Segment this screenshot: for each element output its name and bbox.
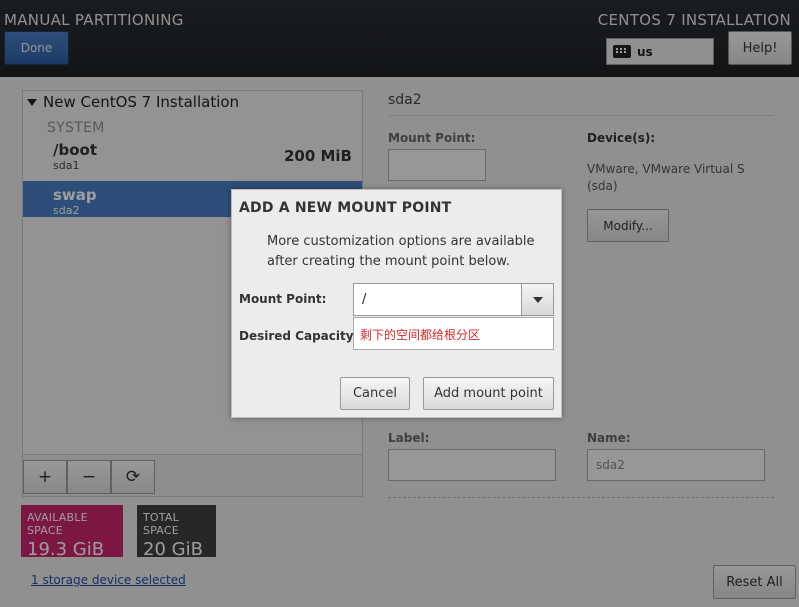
dialog-description: More customization options are available… <box>267 234 535 269</box>
add-mount-point-dialog: ADD A NEW MOUNT POINT More customization… <box>231 189 562 418</box>
mount-point-value: / <box>362 292 367 307</box>
desired-capacity-label: Desired Capacity: <box>239 329 359 343</box>
chevron-down-icon <box>532 296 543 303</box>
desired-capacity-input[interactable]: 剩下的空间都给根分区 <box>353 317 554 350</box>
dropdown-button[interactable] <box>521 284 553 315</box>
dialog-title: ADD A NEW MOUNT POINT <box>239 200 452 216</box>
cancel-button[interactable]: Cancel <box>340 377 410 410</box>
mount-point-label: Mount Point: <box>239 292 327 306</box>
mount-point-combo[interactable]: / <box>353 283 554 316</box>
add-mount-point-confirm-button[interactable]: Add mount point <box>423 377 554 410</box>
